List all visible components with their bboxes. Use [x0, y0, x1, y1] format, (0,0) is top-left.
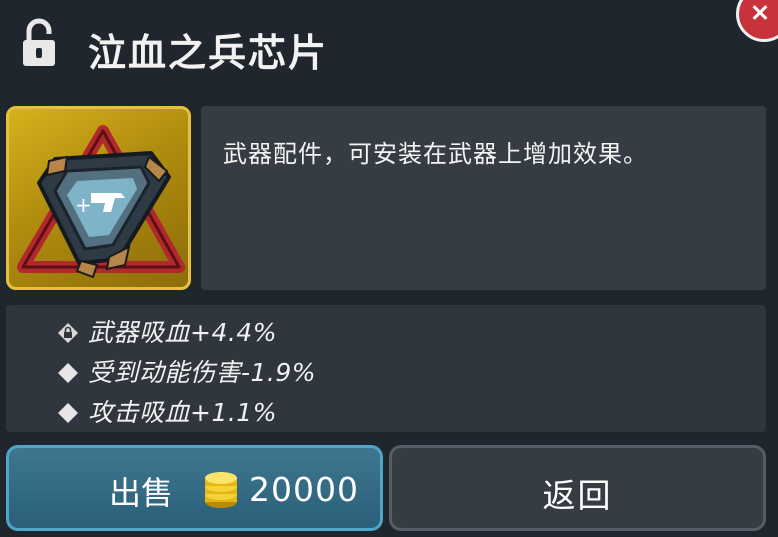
- back-label: 返回: [542, 476, 613, 515]
- stat-text: 受到动能伤害-1.9%: [88, 358, 317, 387]
- diamond-icon: [54, 358, 82, 387]
- lock-diamond-icon: [54, 318, 82, 347]
- diamond-icon: [54, 398, 82, 427]
- sell-button[interactable]: 出售 20000: [6, 445, 383, 531]
- stat-row: 受到动能伤害-1.9%: [54, 353, 316, 389]
- weapon-chip-icon: +: [17, 125, 185, 279]
- description-box: 武器配件，可安装在武器上增加效果。: [201, 106, 766, 290]
- item-title: 泣血之兵芯片: [88, 31, 329, 75]
- stat-row: 攻击吸血+1.1%: [54, 393, 277, 429]
- stat-row: 武器吸血+4.4%: [54, 313, 277, 349]
- item-detail-panel: 泣血之兵芯片 + 武器配件，可安装在武器上增加效果。 武器吸血+4.4% 受到动…: [0, 0, 778, 537]
- stat-text: 攻击吸血+1.1%: [88, 398, 277, 427]
- stat-text: 武器吸血+4.4%: [88, 318, 277, 347]
- unlocked-padlock-icon[interactable]: [20, 18, 58, 68]
- stats-list: 武器吸血+4.4% 受到动能伤害-1.9% 攻击吸血+1.1%: [6, 305, 766, 432]
- sell-label: 出售: [109, 474, 174, 512]
- sell-price: 20000: [249, 470, 359, 509]
- header: 泣血之兵芯片: [0, 0, 778, 100]
- back-button[interactable]: 返回: [389, 445, 766, 531]
- item-icon-frame: +: [6, 106, 191, 290]
- item-description: 武器配件，可安装在武器上增加效果。: [223, 140, 648, 168]
- gold-coin-stack-icon: [205, 472, 237, 508]
- svg-text:+: +: [75, 193, 92, 217]
